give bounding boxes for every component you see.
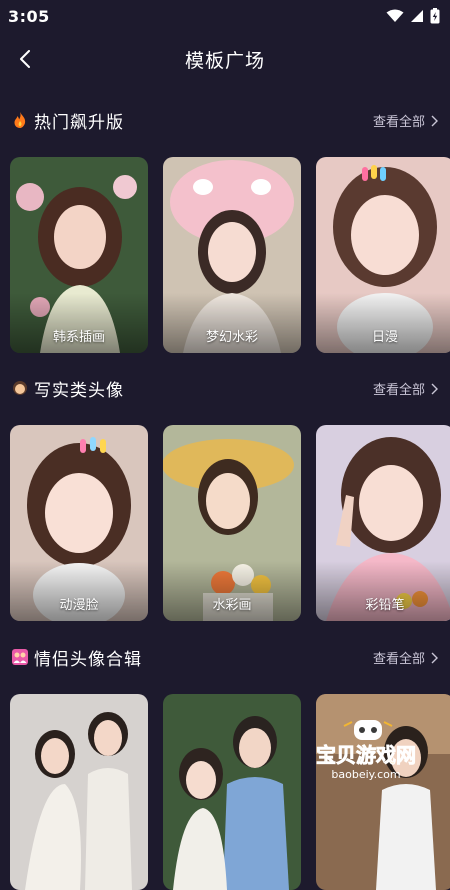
fire-icon	[12, 112, 28, 128]
section-title: 热门飙升版	[34, 108, 124, 133]
watermark-url: baobeiy.com	[331, 768, 400, 781]
template-thumbnail	[163, 694, 301, 890]
nav-bar: 模板广场	[0, 40, 450, 78]
card-label: 水彩画	[163, 594, 301, 613]
section-header: 写实类头像 查看全部	[0, 373, 450, 403]
template-card[interactable]: 彩铅笔	[316, 425, 450, 621]
section-title: 写实类头像	[34, 376, 124, 401]
section-realistic: 写实类头像 查看全部 动漫脸	[0, 373, 450, 621]
template-card[interactable]: 动漫脸	[10, 425, 148, 621]
template-card[interactable]: 梦幻水彩	[163, 157, 301, 353]
section-hot: 热门飙升版 查看全部 韩系插画	[0, 105, 450, 353]
status-icons	[386, 8, 440, 24]
page-title: 模板广场	[0, 46, 450, 73]
couple-icon	[12, 649, 28, 665]
card-label: 韩系插画	[10, 326, 148, 345]
card-label: 动漫脸	[10, 594, 148, 613]
watermark-text: 宝贝游戏网	[316, 743, 416, 767]
battery-charging-icon	[430, 8, 440, 24]
watermark: 宝贝游戏网 baobeiy.com	[296, 718, 436, 782]
section-header: 热门飙升版 查看全部	[0, 105, 450, 135]
section-title: 情侣头像合辑	[34, 645, 142, 670]
template-card[interactable]: 水彩画	[163, 425, 301, 621]
template-card[interactable]	[163, 694, 301, 890]
girl-face-icon	[12, 380, 28, 396]
see-all-label: 查看全部	[373, 379, 425, 398]
chevron-right-icon	[431, 383, 438, 395]
chevron-right-icon	[431, 652, 438, 664]
card-row: 韩系插画 梦幻水彩	[0, 157, 450, 353]
see-all-link[interactable]: 查看全部	[373, 648, 438, 667]
wifi-icon	[386, 9, 404, 23]
status-time: 3:05	[8, 7, 50, 26]
card-label: 彩铅笔	[316, 594, 450, 613]
template-thumbnail	[10, 694, 148, 890]
section-header: 情侣头像合辑 查看全部	[0, 642, 450, 672]
see-all-label: 查看全部	[373, 111, 425, 130]
template-card[interactable]	[10, 694, 148, 890]
see-all-label: 查看全部	[373, 648, 425, 667]
card-row: 动漫脸 水彩画	[0, 425, 450, 621]
status-bar: 3:05	[0, 0, 450, 32]
chevron-right-icon	[431, 115, 438, 127]
card-label: 日漫	[316, 326, 450, 345]
card-label: 梦幻水彩	[163, 326, 301, 345]
template-card[interactable]: 日漫	[316, 157, 450, 353]
template-card[interactable]: 韩系插画	[10, 157, 148, 353]
see-all-link[interactable]: 查看全部	[373, 379, 438, 398]
see-all-link[interactable]: 查看全部	[373, 111, 438, 130]
signal-icon	[410, 9, 424, 23]
